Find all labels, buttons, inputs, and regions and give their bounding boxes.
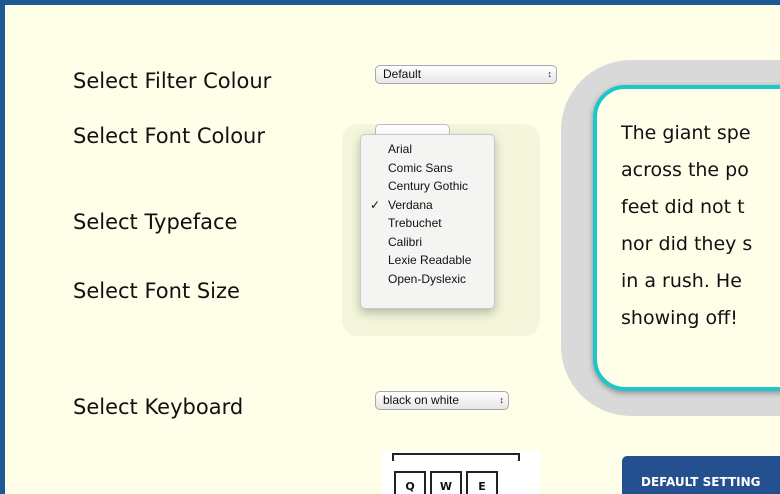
typeface-option[interactable]: Lexie Readable [361,251,494,270]
typeface-option-label: Verdana [388,197,433,212]
keyboard-key: Q [394,471,426,494]
typeface-option-label: Century Gothic [388,179,469,193]
typeface-option-label: Trebuchet [388,216,442,230]
preview-line: The giant spe [621,122,751,144]
keyboard-key: E [466,471,498,494]
typeface-option-label: Arial [388,142,413,156]
keyboard-label: Select Keyboard [73,395,244,419]
typeface-option[interactable]: Arial [361,140,494,159]
preview-line: across the po [621,159,749,181]
typeface-option[interactable]: Open-Dyslexic [361,270,494,289]
typeface-option-label: Open-Dyslexic [388,271,467,286]
checkmark-icon: ✓ [370,197,381,212]
keyboard-select[interactable]: black on white ↕ [375,391,509,410]
updown-arrow-icon: ↕ [547,69,553,79]
preview-line: showing off! [621,307,738,329]
updown-arrow-icon: ↕ [499,395,505,405]
typeface-dropdown-menu[interactable]: Arial Comic Sans Century Gothic ✓ Verdana Tre… [360,134,495,309]
text-preview-box: The giant spe across the po feet did not… [593,85,780,391]
typeface-option-label: Calibri [388,234,423,249]
typeface-option[interactable]: Trebuchet [361,214,494,233]
typeface-option[interactable]: Century Gothic [361,177,494,196]
settings-panel: Select Filter Colour Select Font Colour … [0,0,780,494]
typeface-option-label: Comic Sans [388,160,453,175]
typeface-option[interactable]: ✓ Verdana [361,196,494,215]
typeface-option[interactable]: Calibri [361,233,494,252]
preview-line: nor did they s [621,233,753,255]
default-settings-button[interactable]: DEFAULT SETTING [622,456,780,494]
filter-colour-select-value: Default [383,67,422,81]
preview-line: in a rush. He [621,270,742,292]
preview-line: feet did not t [621,196,745,218]
typeface-option[interactable]: Comic Sans [361,159,494,178]
keyboard-select-value: black on white [383,393,460,407]
typeface-option-label: Lexie Readable [388,253,472,267]
keyboard-preview-image: Q W E [382,451,540,494]
font-colour-label: Select Font Colour [73,124,265,148]
filter-colour-label: Select Filter Colour [73,69,272,93]
font-size-label: Select Font Size [73,279,240,303]
filter-colour-select[interactable]: Default ↕ [375,65,557,84]
typeface-label: Select Typeface [73,210,238,234]
keyboard-key: W [430,471,462,494]
keyboard-frame [392,453,520,461]
